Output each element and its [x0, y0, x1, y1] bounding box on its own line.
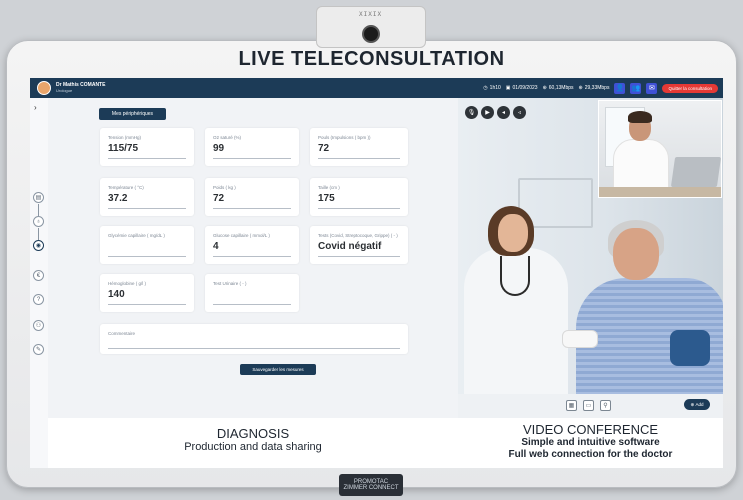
- add-button[interactable]: ⊕ Add: [684, 399, 710, 410]
- field-capillary-glycemia[interactable]: Glycémie capillaire ( mg/dL ): [100, 226, 194, 264]
- vitals-icon[interactable]: ◉: [33, 240, 44, 251]
- caption-subtitle: Simple and intuitive software: [521, 437, 660, 448]
- doctor-video-pip[interactable]: [598, 100, 722, 198]
- top-bar: Dr Mathis COMANTE Urologue ◷ 1h10 ▣ 01/09/…: [30, 78, 723, 98]
- field-height[interactable]: Taille (cm ) 175: [310, 178, 408, 216]
- field-blood-pressure[interactable]: Tension (mmHg) 115/75: [100, 128, 194, 166]
- stethoscope: [500, 256, 530, 296]
- field-urine-test[interactable]: Test Urinaire ( - ): [205, 274, 299, 312]
- field-temperature[interactable]: Température ( °C) 37.2: [100, 178, 194, 216]
- calendar-icon: ▣: [505, 85, 511, 91]
- rail-connector: [38, 204, 39, 216]
- help-icon[interactable]: ?: [33, 294, 44, 305]
- caption-subtitle: Production and data sharing: [184, 441, 322, 453]
- webcam-dots: XIXIX: [359, 11, 383, 18]
- laptop: [670, 157, 721, 187]
- caption-title: VIDEO CONFERENCE: [522, 422, 659, 437]
- camera-toggle-icon[interactable]: ▶: [481, 106, 494, 119]
- medical-device: [562, 330, 598, 348]
- document-icon[interactable]: ▤: [33, 192, 44, 203]
- headline: LIVE TELECONSULTATION: [238, 48, 505, 70]
- stat-duration: ◷ 1h10: [483, 85, 501, 91]
- edit-icon[interactable]: ✎: [33, 344, 44, 355]
- field-hemoglobin[interactable]: Hémoglobine ( g/l ) 140: [100, 274, 194, 312]
- rail-connector: [38, 228, 39, 240]
- download-icon: ⊕: [542, 85, 547, 91]
- comment-field[interactable]: Commentaire: [100, 324, 408, 354]
- avatar[interactable]: [37, 81, 51, 95]
- top-bar-right: ◷ 1h10 ▣ 01/09/2023 ⊕ 60,13Mbps ⊕ 29,33Mbps …: [483, 82, 723, 94]
- coin-icon[interactable]: €: [33, 270, 44, 281]
- doctor-info: Dr Mathis COMANTE Urologue: [56, 82, 105, 94]
- doctor-role: Urologue: [56, 88, 73, 93]
- microphone-icon[interactable]: 🎙: [465, 106, 478, 119]
- link-icon[interactable]: ⚲: [600, 400, 611, 411]
- stat-download: ⊕ 60,13Mbps: [542, 85, 574, 91]
- camera-lens-icon: [362, 25, 380, 43]
- user-icon[interactable]: ⚇: [33, 320, 44, 331]
- chevron-right-icon[interactable]: ›: [34, 103, 37, 112]
- field-o2-saturation[interactable]: O2 saturé (%) 99: [205, 128, 299, 166]
- diagnosis-caption: DIAGNOSIS Production and data sharing: [48, 426, 458, 453]
- field-tests[interactable]: Tests (Covid, Streptocoque, Grippe) ( - …: [310, 226, 408, 264]
- diagnosis-panel: Mes périphériques Tension (mmHg) 115/75 …: [48, 98, 458, 418]
- blood-pressure-cuff: [670, 330, 710, 366]
- stat-date: ▣ 01/09/2023: [505, 85, 538, 91]
- video-controls: 🎙 ▶ ◂ ◃: [465, 106, 526, 119]
- upload-icon: ⊕: [578, 85, 583, 91]
- peripherals-button[interactable]: Mes périphériques: [99, 108, 166, 120]
- brand-logo: PROMOTAC ZIMMER CONNECT: [339, 474, 403, 496]
- layout-icon[interactable]: ▦: [566, 400, 577, 411]
- chat-icon[interactable]: ✉: [646, 82, 658, 94]
- volume-up-icon[interactable]: ◃: [513, 106, 526, 119]
- left-rail: › ▤ ♁ ◉ € ? ⚇ ✎: [30, 98, 48, 468]
- screen-share-icon[interactable]: ▭: [583, 400, 594, 411]
- field-capillary-glucose[interactable]: Glucose capillaire ( mmol/L ) 4: [205, 226, 299, 264]
- save-measures-button[interactable]: Sauvegarder les mesures: [240, 364, 316, 375]
- video-feed: 🎙 ▶ ◂ ◃: [458, 98, 723, 394]
- caption-title: DIAGNOSIS: [216, 426, 290, 441]
- screen: Dr Mathis COMANTE Urologue ◷ 1h10 ▣ 01/09/…: [30, 78, 723, 468]
- stat-upload: ⊕ 29,33Mbps: [578, 85, 610, 91]
- field-pulse[interactable]: Pouls (Impulsions ( bpm )) 72: [310, 128, 408, 166]
- video-toolbar: ▦ ▭ ⚲ ⊕ Add: [458, 394, 723, 418]
- video-caption: VIDEO CONFERENCE Simple and intuitive so…: [458, 422, 723, 461]
- caption-subtitle: Full web connection for the doctor: [508, 449, 673, 460]
- measure-icon[interactable]: ♁: [33, 216, 44, 227]
- clock-icon: ◷: [483, 85, 488, 91]
- field-weight[interactable]: Poids ( kg ) 72: [205, 178, 299, 216]
- volume-down-icon[interactable]: ◂: [497, 106, 510, 119]
- participants-icon[interactable]: 👥: [630, 82, 642, 94]
- add-participant-icon[interactable]: 👤: [614, 82, 626, 94]
- webcam: XIXIX: [316, 6, 426, 48]
- quit-consultation-button[interactable]: Quitter la consultation: [662, 83, 718, 93]
